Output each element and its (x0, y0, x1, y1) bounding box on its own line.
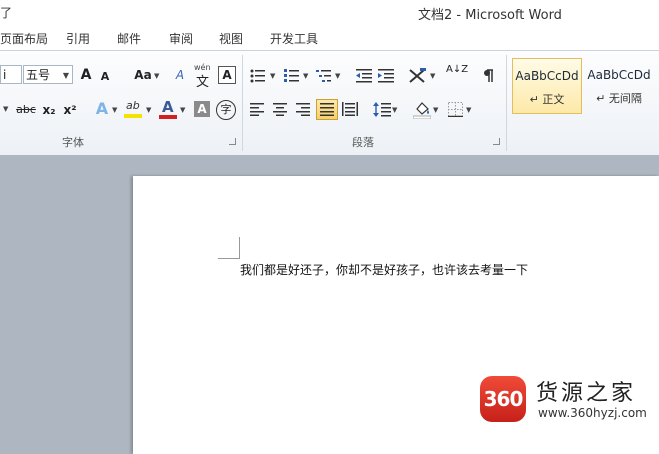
distributed-icon[interactable] (342, 102, 358, 116)
tab-view[interactable]: 视图 (219, 30, 243, 47)
paragraph-group-label: 段落 (352, 136, 374, 149)
quick-access-fragment: 了 (0, 6, 13, 20)
chinese-layout-icon[interactable] (408, 68, 428, 84)
font-size-value: 五号 (26, 68, 51, 82)
watermark-title: 货源之家 (536, 381, 637, 406)
font-size-combo[interactable]: 五号 ▼ (23, 65, 73, 84)
borders-icon[interactable] (448, 102, 463, 117)
title-bar: 了 文档2 - Microsoft Word (0, 0, 659, 26)
window-title: 文档2 - Microsoft Word (418, 8, 562, 23)
phonetic-guide-button[interactable]: wén 文 (193, 63, 213, 90)
font-group-label: 字体 (62, 136, 84, 149)
style-no-spacing-name: ↵ 无间隔 (596, 92, 642, 105)
bullets-icon[interactable] (250, 69, 266, 83)
font-color-swatch (159, 115, 177, 119)
phonetic-char: 文 (196, 75, 210, 90)
style-no-spacing[interactable]: AaBbCcDd ↵ 无间隔 (584, 58, 654, 114)
superscript-button[interactable]: x² (62, 100, 78, 120)
chevron-down-icon: ▼ (270, 72, 276, 80)
margin-corner-mark (218, 258, 240, 259)
shrink-font-button[interactable]: A (98, 67, 112, 87)
group-divider (242, 55, 243, 151)
change-case-button[interactable]: Aa (131, 65, 155, 85)
font-name-value: i (3, 68, 7, 82)
sort-button[interactable]: A↓Z (446, 65, 468, 85)
subscript-button[interactable]: x₂ (41, 100, 57, 120)
margin-corner-mark (239, 237, 240, 259)
tab-developer[interactable]: 开发工具 (270, 30, 318, 47)
style-normal-name: ↵ 正文 (529, 93, 565, 106)
group-divider (506, 55, 507, 151)
enclose-chars-button[interactable]: 字 (216, 100, 236, 120)
tab-references[interactable]: 引用 (66, 30, 90, 47)
justify-icon (320, 103, 334, 116)
align-left-icon[interactable] (250, 103, 264, 116)
text-effect-button[interactable]: A (94, 99, 110, 119)
highlight-button[interactable]: ab (124, 99, 144, 121)
decrease-indent-icon[interactable] (356, 69, 372, 83)
chevron-down-icon: ▼ (154, 72, 160, 80)
align-right-icon[interactable] (296, 103, 310, 116)
chevron-down-icon: ▼ (62, 71, 69, 80)
font-color-label: A (162, 98, 174, 116)
chevron-down-icon: ▼ (392, 106, 398, 114)
strikethrough-button[interactable]: abc (15, 100, 37, 120)
font-color-button[interactable]: A (158, 98, 178, 121)
numbering-icon[interactable] (284, 69, 300, 83)
ribbon-tabs: 页面布局 引用 邮件 审阅 视图 开发工具 (0, 26, 659, 50)
chevron-down-icon: ▼ (466, 106, 472, 114)
watermark-logo: 360 (480, 376, 526, 422)
char-shading-button[interactable]: A (194, 101, 210, 117)
highlight-label: ab (126, 99, 140, 112)
chevron-down-icon: ▼ (3, 105, 9, 113)
multilevel-list-icon[interactable] (316, 69, 332, 83)
font-name-combo[interactable]: i (0, 65, 22, 84)
chevron-down-icon: ▼ (180, 106, 186, 114)
style-normal-sample: AaBbCcDd (515, 69, 579, 83)
align-center-icon[interactable] (273, 103, 287, 116)
tab-page-layout[interactable]: 页面布局 (0, 30, 48, 47)
show-marks-icon[interactable] (482, 68, 494, 84)
highlight-swatch (124, 114, 142, 118)
char-border-button[interactable]: A (218, 66, 236, 84)
chevron-down-icon: ▼ (146, 106, 152, 114)
shading-icon[interactable] (413, 101, 431, 119)
tab-mailings[interactable]: 邮件 (117, 30, 141, 47)
clear-format-button[interactable]: A (171, 65, 189, 85)
chevron-down-icon: ▼ (303, 72, 309, 80)
increase-indent-icon[interactable] (378, 69, 394, 83)
document-text[interactable]: 我们都是好还子，你却不是好孩子，也许该去考量一下 (240, 261, 528, 278)
tab-review[interactable]: 审阅 (169, 30, 193, 47)
ribbon: i 五号 ▼ A A Aa ▼ A wén 文 A ▼ abc x₂ x² A … (0, 50, 659, 156)
paragraph-dialog-launcher-icon[interactable] (493, 138, 500, 145)
chevron-down-icon: ▼ (335, 72, 341, 80)
grow-font-button[interactable]: A (78, 65, 94, 85)
chevron-down-icon: ▼ (112, 106, 118, 114)
chevron-down-icon: ▼ (430, 72, 436, 80)
chevron-down-icon: ▼ (433, 106, 439, 114)
style-normal[interactable]: AaBbCcDd ↵ 正文 (512, 58, 582, 114)
justify-button[interactable] (316, 99, 338, 120)
line-spacing-icon[interactable] (373, 102, 391, 117)
style-no-spacing-sample: AaBbCcDd (587, 68, 651, 82)
watermark-url: www.360hyzj.com (538, 406, 647, 420)
font-dialog-launcher-icon[interactable] (229, 138, 236, 145)
